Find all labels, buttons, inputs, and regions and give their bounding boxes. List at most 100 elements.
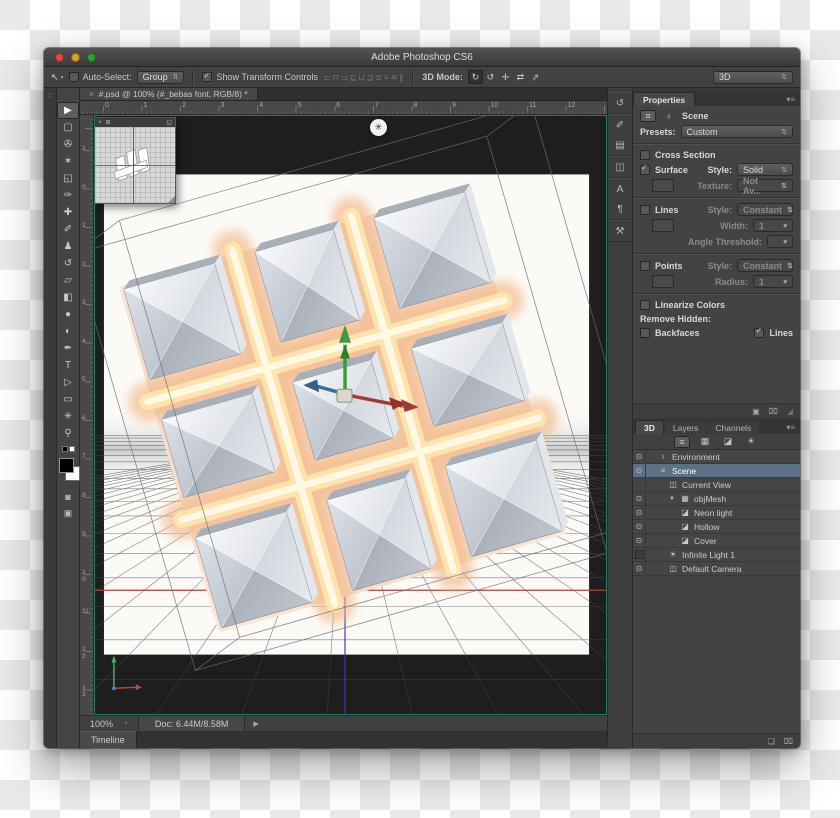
distribute-middle-icon[interactable]: ≡: [383, 73, 390, 82]
resize-grip-icon[interactable]: [168, 196, 175, 203]
tool-move-tool[interactable]: ▶: [57, 102, 79, 119]
eye-icon[interactable]: ⊙: [633, 562, 646, 575]
tool-gradient-tool[interactable]: ◧: [57, 289, 79, 306]
tool-brush-tool[interactable]: ✐: [57, 221, 79, 238]
clone-source-icon[interactable]: ◫: [615, 160, 624, 174]
align-right-icon[interactable]: ⊐: [340, 73, 349, 82]
zoom-button[interactable]: [87, 53, 96, 62]
panel-menu-icon[interactable]: ▾≡: [786, 95, 800, 106]
quick-mask-button[interactable]: ◙: [57, 489, 79, 505]
scene-row-cover[interactable]: ⊙◪Cover: [633, 534, 800, 548]
secondary-view-canvas[interactable]: [95, 127, 175, 203]
angle-threshold-dropdown[interactable]: ▾: [767, 235, 793, 248]
points-style-dropdown[interactable]: Constant⇅: [737, 259, 793, 272]
eye-icon[interactable]: ⊙: [633, 534, 646, 547]
visibility-toggle[interactable]: [633, 548, 646, 561]
tool-clone-stamp-tool[interactable]: ♟: [57, 238, 79, 255]
delete-icon[interactable]: ⌧: [784, 737, 793, 746]
surface-checkbox[interactable]: [640, 165, 650, 175]
close-tab-icon[interactable]: ×: [89, 90, 94, 99]
tool-type-tool[interactable]: T: [57, 357, 79, 374]
scene-row-default-camera[interactable]: ⊙◫Default Camera: [633, 562, 800, 576]
scene-row-objmesh[interactable]: ⊙▼▦objMesh: [633, 492, 800, 506]
resize-grip-icon[interactable]: ◢: [787, 407, 793, 416]
scene-row-hollow[interactable]: ⊙◪Hollow: [633, 520, 800, 534]
radius-dropdown[interactable]: 1▾: [753, 275, 793, 288]
tab-channels[interactable]: Channels: [707, 421, 759, 434]
tool-eraser-tool[interactable]: ▱: [57, 272, 79, 289]
tool-history-brush-tool[interactable]: ↺: [57, 255, 79, 272]
move-tool-icon[interactable]: ↖▾: [51, 72, 64, 83]
foreground-color-swatch[interactable]: [59, 458, 74, 473]
secondary-view[interactable]: × ⊞ ◱: [94, 117, 176, 204]
brush-icon[interactable]: ✐: [616, 118, 624, 132]
scene-row-infinite-light-1[interactable]: ☀Infinite Light 1: [633, 548, 800, 562]
3d-pan-icon[interactable]: ✛: [498, 70, 513, 84]
close-button[interactable]: [55, 53, 64, 62]
surface-style-dropdown[interactable]: Solid⇅: [737, 163, 793, 176]
auto-select-checkbox[interactable]: [69, 72, 79, 82]
close-view-icon[interactable]: ×: [98, 120, 102, 126]
tool-zoom-tool[interactable]: ⚲: [57, 425, 79, 442]
tool-marquee-tool[interactable]: ▢: [57, 119, 79, 136]
character-icon[interactable]: A: [617, 182, 624, 196]
tool-crop-tool[interactable]: ◱: [57, 170, 79, 187]
3d-light-widget[interactable]: ✳: [370, 119, 387, 136]
workspace-switcher[interactable]: 3D ⇅: [713, 71, 793, 84]
filter-meshes-icon[interactable]: ▦: [697, 436, 713, 448]
surface-swatch[interactable]: [652, 179, 674, 192]
tool-eyedropper-tool[interactable]: ✑: [57, 187, 79, 204]
scene-row-neon-light[interactable]: ⊙◪Neon light: [633, 506, 800, 520]
vertical-ruler[interactable]: 101234567891011121314: [80, 115, 94, 715]
screen-mode-button[interactable]: ▣: [57, 505, 79, 521]
lines-style-dropdown[interactable]: Constant⇅: [737, 203, 793, 216]
history-icon[interactable]: ↺: [616, 96, 624, 110]
canvas-viewport[interactable]: × ⊞ ◱: [94, 115, 607, 715]
expander-icon[interactable]: ▼: [668, 496, 676, 502]
tools-panel-edge[interactable]: ∷: [44, 88, 57, 748]
3d-scale-icon[interactable]: ⇗: [528, 70, 543, 84]
panel-menu-icon[interactable]: ▾≡: [786, 423, 800, 434]
presets-dropdown[interactable]: Custom⇅: [681, 125, 793, 138]
zoom-level[interactable]: 100%: [80, 719, 123, 729]
auto-select-target-dropdown[interactable]: Group ⇅: [137, 71, 185, 84]
minimize-button[interactable]: [71, 53, 80, 62]
document-tab[interactable]: × #.psd @ 100% (#_bebas font, RGB/8) *: [80, 88, 258, 100]
brush-presets-icon[interactable]: ▤: [615, 138, 624, 152]
scene-row-environment[interactable]: ⊙♁Environment: [633, 450, 800, 464]
status-menu-arrow-icon[interactable]: ▶: [245, 720, 258, 728]
swap-view-icon[interactable]: ◱: [166, 119, 172, 126]
eye-icon[interactable]: ⊙: [633, 450, 646, 463]
document-size[interactable]: Doc: 6.44M/8.58M: [138, 716, 246, 731]
eye-icon[interactable]: ⊙: [633, 464, 646, 477]
align-middle-icon[interactable]: ⊔: [357, 73, 365, 82]
new-item-icon[interactable]: ❏: [768, 737, 775, 746]
show-transform-checkbox[interactable]: [202, 72, 212, 82]
view-menu-icon[interactable]: ⊞: [106, 119, 111, 126]
filter-materials-icon[interactable]: ◪: [720, 436, 736, 448]
tool-dodge-tool[interactable]: ◐: [57, 323, 79, 340]
tool-path-selection-tool[interactable]: ▷: [57, 374, 79, 391]
tab-3d[interactable]: 3D: [635, 420, 664, 434]
points-checkbox[interactable]: [640, 261, 650, 271]
filter-whole-scene-icon[interactable]: ≡: [674, 436, 690, 448]
3d-slide-icon[interactable]: ⇄: [513, 70, 528, 84]
visibility-toggle[interactable]: [633, 478, 646, 491]
eye-icon[interactable]: ⊙: [633, 492, 646, 505]
tool-lasso-tool[interactable]: ✇: [57, 136, 79, 153]
align-left-icon[interactable]: ⊏: [323, 73, 332, 82]
scene-filter-icon[interactable]: ≡: [640, 110, 656, 122]
tool-healing-brush-tool[interactable]: ✚: [57, 204, 79, 221]
distribute-top-icon[interactable]: ≣: [374, 73, 383, 82]
status-sync-icon[interactable]: ◔: [123, 719, 138, 728]
tab-properties[interactable]: Properties: [633, 92, 695, 106]
3d-rotate-icon[interactable]: ↻: [468, 70, 483, 84]
tab-layers[interactable]: Layers: [665, 421, 707, 434]
backfaces-checkbox[interactable]: [640, 328, 650, 338]
texture-dropdown[interactable]: Not Av...⇅: [737, 179, 793, 192]
default-colors-icon[interactable]: [62, 444, 75, 453]
lines-checkbox[interactable]: [640, 205, 650, 215]
eye-icon[interactable]: ⊙: [633, 520, 646, 533]
scene-row-current-view[interactable]: ◫Current View: [633, 478, 800, 492]
points-swatch[interactable]: [652, 275, 674, 288]
